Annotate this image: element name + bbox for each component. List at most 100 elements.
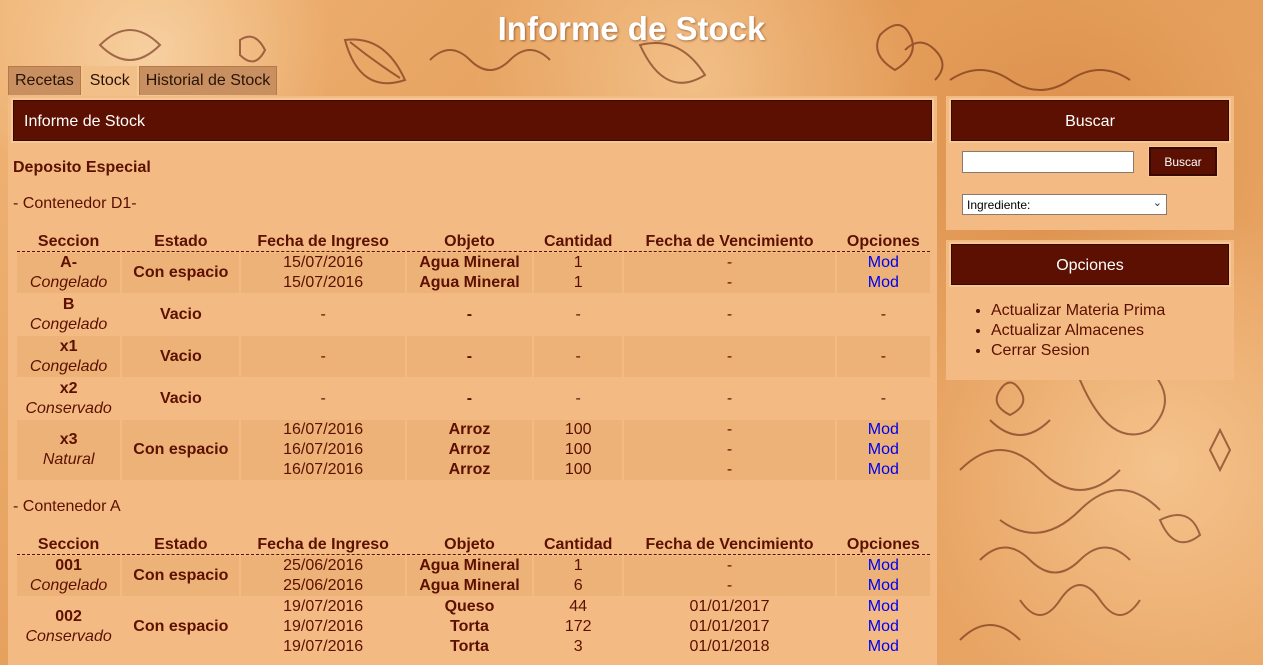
column-header: Seccion xyxy=(17,535,121,555)
section-name: 001 xyxy=(55,557,82,574)
mod-link[interactable]: Mod xyxy=(868,441,899,458)
quantity-cell: 100 xyxy=(534,440,623,460)
ingredient-select[interactable]: Ingrediente: ⌄ xyxy=(962,194,1167,215)
section-name: x2 xyxy=(59,379,78,397)
option-actualizar-almacenes[interactable]: Actualizar Almacenes xyxy=(991,321,1229,341)
object-cell: - xyxy=(406,335,533,377)
object-cell: Arroz xyxy=(406,419,533,440)
tab-historial-de-stock[interactable]: Historial de Stock xyxy=(138,66,278,95)
object-cell: Agua Mineral xyxy=(406,555,533,576)
mod-link[interactable]: Mod xyxy=(868,421,899,438)
entry-date-cell: 19/07/2016 xyxy=(241,596,405,617)
mod-link[interactable]: Mod xyxy=(868,598,899,615)
entry-date-cell: 19/07/2016 xyxy=(241,637,405,657)
tab-recetas[interactable]: Recetas xyxy=(8,66,81,95)
expiry-date-cell: - xyxy=(624,576,835,596)
column-header: Fecha de Vencimiento xyxy=(624,535,835,555)
expiry-date-cell: 01/01/2018 xyxy=(624,637,835,657)
options-list: Actualizar Materia Prima Actualizar Alma… xyxy=(951,301,1229,361)
object-cell: Agua Mineral xyxy=(406,252,533,273)
options-cell: Mod xyxy=(836,273,930,293)
table-row: x3 Natural Con espacio 16/07/2016 Arroz 100- M… xyxy=(17,419,930,480)
mod-link[interactable]: Mod xyxy=(868,577,899,594)
search-button[interactable]: Buscar xyxy=(1148,146,1218,177)
column-header: Fecha de Ingreso xyxy=(241,232,405,252)
mod-link[interactable]: Mod xyxy=(868,618,899,635)
status-cell: Vacio xyxy=(122,293,240,335)
options-cell: Mod xyxy=(836,637,930,657)
options-cell: Mod xyxy=(836,596,930,617)
column-header: Cantidad xyxy=(534,232,623,252)
table-row: x2 Conservado Vacio - - - - - xyxy=(17,377,930,419)
options-cell: - xyxy=(836,377,930,419)
depot-title: Deposito Especial xyxy=(13,159,151,176)
column-header: Opciones xyxy=(836,535,930,555)
container-title: - Contenedor A xyxy=(13,498,121,515)
option-cerrar-sesion[interactable]: Cerrar Sesion xyxy=(991,341,1229,361)
section-cell: 002 Conservado xyxy=(17,596,121,657)
entry-date-cell: 15/07/2016 xyxy=(241,273,405,293)
stock-table: Seccion Estado Fecha de Ingreso Objeto Canti… xyxy=(15,535,932,657)
quantity-cell: 172 xyxy=(534,617,623,637)
entry-date-cell: - xyxy=(241,293,405,335)
column-header: Fecha de Ingreso xyxy=(241,535,405,555)
column-header: Estado xyxy=(122,535,240,555)
stock-table: Seccion Estado Fecha de Ingreso Objeto Canti… xyxy=(15,232,932,480)
table-row: 001 Congelado Con espacio 25/06/2016 Agua Mi… xyxy=(17,555,930,596)
options-cell: Mod xyxy=(836,440,930,460)
containers: - Contenedor D1- Seccion Estado Fecha de In… xyxy=(13,195,932,657)
expiry-date-cell: - xyxy=(624,273,835,293)
options-cell: Mod xyxy=(836,252,930,273)
tab-bar: Recetas Stock Historial de Stock xyxy=(8,66,279,97)
status-cell: Vacio xyxy=(122,377,240,419)
expiry-date-cell: - xyxy=(624,555,835,576)
mod-link[interactable]: Mod xyxy=(868,254,899,271)
expiry-date-cell: - xyxy=(624,460,835,480)
mod-link[interactable]: Mod xyxy=(868,274,899,291)
quantity-cell: - xyxy=(534,377,623,419)
entry-date-cell: 25/06/2016 xyxy=(241,555,405,576)
section-name: x3 xyxy=(59,431,78,448)
section-type: Congelado xyxy=(29,315,108,333)
object-cell: Arroz xyxy=(406,440,533,460)
mod-link[interactable]: Mod xyxy=(868,461,899,478)
tab-stock[interactable]: Stock xyxy=(82,66,137,97)
status-cell: Con espacio xyxy=(122,555,240,596)
container-title: - Contenedor D1- xyxy=(13,195,137,212)
section-cell: x1 Congelado xyxy=(17,335,121,377)
expiry-date-cell: - xyxy=(624,252,835,273)
expiry-date-cell: 01/01/2017 xyxy=(624,617,835,637)
table-row: A- Congelado Con espacio 15/07/2016 Agua Min… xyxy=(17,252,930,293)
object-cell: Queso xyxy=(406,596,533,617)
options-cell: - xyxy=(836,335,930,377)
quantity-cell: 1 xyxy=(534,555,623,576)
quantity-cell: 100 xyxy=(534,419,623,440)
mod-link[interactable]: Mod xyxy=(868,638,899,655)
entry-date-cell: 16/07/2016 xyxy=(241,419,405,440)
report-header: Informe de Stock xyxy=(11,98,934,143)
option-actualizar-materia-prima[interactable]: Actualizar Materia Prima xyxy=(991,301,1229,321)
options-panel: Opciones Actualizar Materia Prima Actual… xyxy=(946,240,1234,380)
options-cell: Mod xyxy=(836,419,930,440)
column-header: Estado xyxy=(122,232,240,252)
chevron-down-icon: ⌄ xyxy=(1152,197,1162,209)
status-cell: Con espacio xyxy=(122,419,240,480)
quantity-cell: 100 xyxy=(534,460,623,480)
section-name: x1 xyxy=(59,337,78,355)
column-header: Objeto xyxy=(406,232,533,252)
quantity-cell: - xyxy=(534,293,623,335)
entry-date-cell: 15/07/2016 xyxy=(241,252,405,273)
expiry-date-cell: - xyxy=(624,377,835,419)
column-header: Seccion xyxy=(17,232,121,252)
entry-date-cell: 16/07/2016 xyxy=(241,460,405,480)
options-cell: Mod xyxy=(836,555,930,576)
quantity-cell: 3 xyxy=(534,637,623,657)
expiry-date-cell: - xyxy=(624,419,835,440)
search-panel: Buscar Buscar Ingrediente: ⌄ xyxy=(946,96,1234,230)
column-header: Objeto xyxy=(406,535,533,555)
section-cell: x3 Natural xyxy=(17,419,121,480)
entry-date-cell: - xyxy=(241,335,405,377)
mod-link[interactable]: Mod xyxy=(868,557,899,574)
object-cell: Arroz xyxy=(406,460,533,480)
search-input[interactable] xyxy=(962,151,1134,173)
